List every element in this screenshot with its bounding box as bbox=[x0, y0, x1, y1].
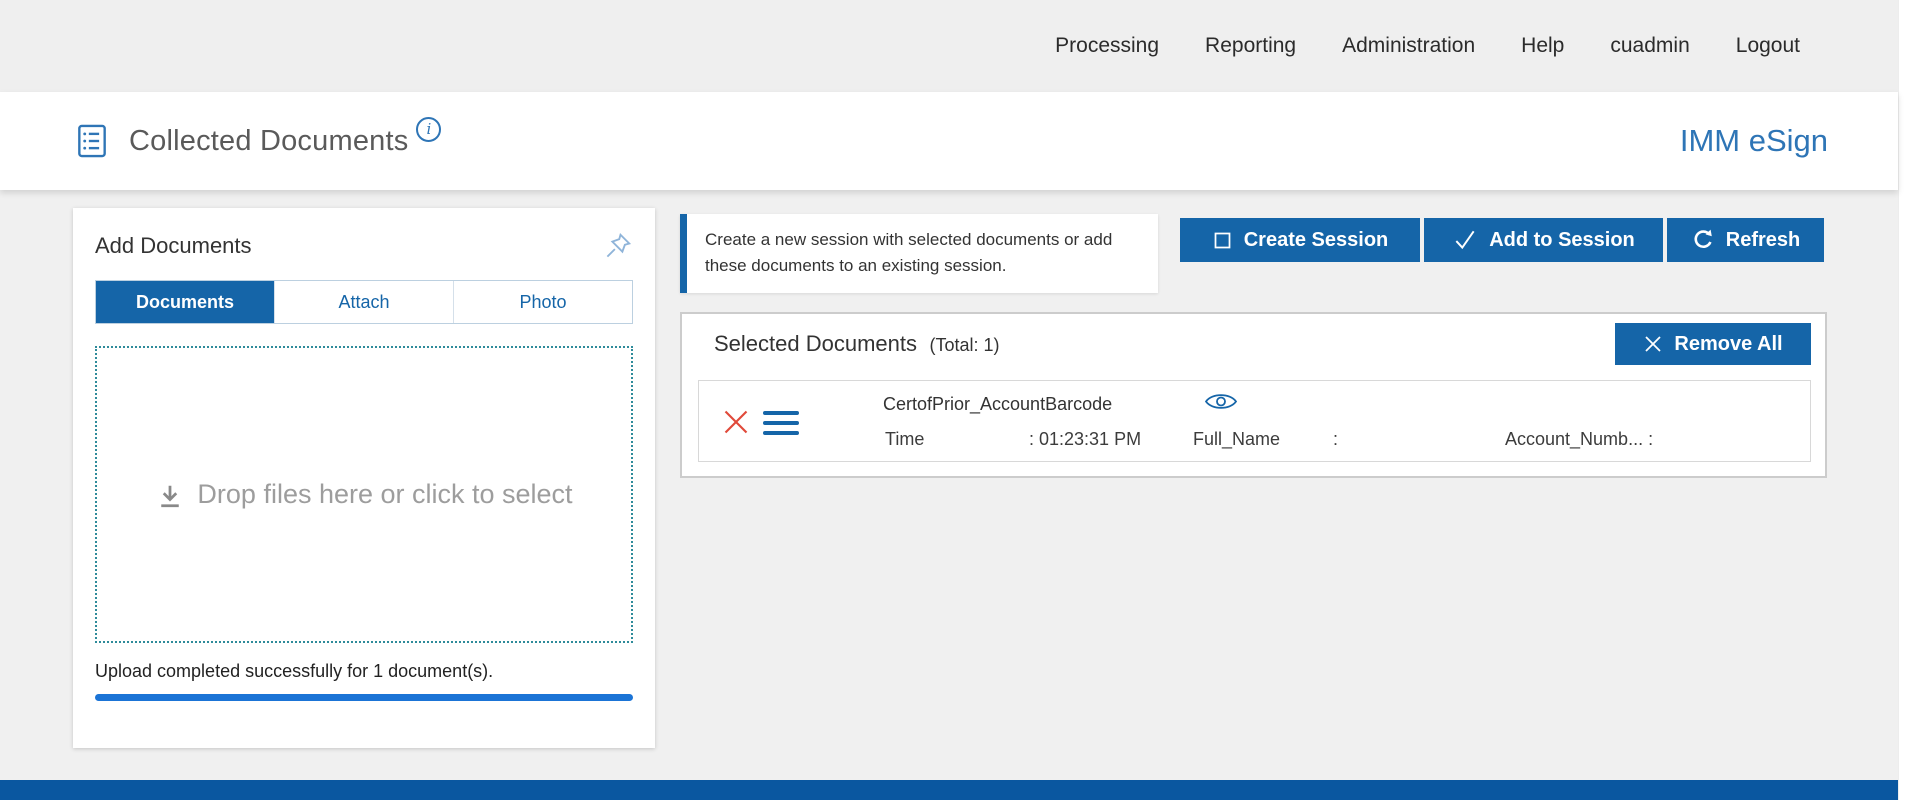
top-nav: Processing Reporting Administration Help… bbox=[0, 0, 1898, 92]
refresh-button[interactable]: Refresh bbox=[1667, 218, 1824, 262]
info-icon[interactable]: i bbox=[416, 117, 441, 142]
add-documents-header: Add Documents bbox=[95, 228, 633, 264]
add-documents-title: Add Documents bbox=[95, 233, 252, 259]
field-account-label: Account_Numb... : bbox=[1505, 429, 1653, 450]
remove-all-label: Remove All bbox=[1674, 333, 1782, 356]
add-to-session-button[interactable]: Add to Session bbox=[1424, 218, 1663, 262]
main-content: Add Documents Documents Attach Photo bbox=[0, 190, 1898, 800]
file-dropzone[interactable]: Drop files here or click to select bbox=[95, 346, 633, 643]
dropzone-label: Drop files here or click to select bbox=[197, 479, 572, 510]
document-list-icon bbox=[73, 122, 111, 160]
drag-handle-icon[interactable] bbox=[763, 411, 799, 441]
field-time-label: Time bbox=[885, 429, 924, 450]
remove-all-button[interactable]: Remove All bbox=[1615, 323, 1811, 365]
download-icon bbox=[155, 482, 185, 512]
session-info-text: Create a new session with selected docum… bbox=[705, 227, 1140, 280]
scrollbar[interactable] bbox=[1898, 0, 1920, 800]
document-name: CertofPrior_AccountBarcode bbox=[883, 394, 1112, 415]
nav-item-reporting[interactable]: Reporting bbox=[1205, 34, 1296, 58]
brand-logo: IMM eSign bbox=[1680, 123, 1828, 159]
add-documents-panel: Add Documents Documents Attach Photo bbox=[73, 208, 655, 748]
selected-documents-panel: Selected Documents (Total: 1) Remove All bbox=[680, 312, 1827, 478]
eye-icon[interactable] bbox=[1204, 390, 1238, 413]
field-fullname-value: : bbox=[1333, 429, 1338, 450]
x-icon bbox=[1643, 334, 1663, 354]
app-header: Collected Documents i IMM eSign bbox=[0, 92, 1898, 190]
nav-item-administration[interactable]: Administration bbox=[1342, 34, 1475, 58]
add-to-session-label: Add to Session bbox=[1489, 229, 1635, 252]
selected-documents-title-wrap: Selected Documents (Total: 1) bbox=[714, 331, 999, 357]
add-documents-tabs: Documents Attach Photo bbox=[95, 280, 633, 324]
tab-documents[interactable]: Documents bbox=[96, 281, 274, 323]
tab-photo[interactable]: Photo bbox=[453, 281, 632, 323]
upload-progress-bar bbox=[95, 694, 633, 701]
nav-item-cuadmin[interactable]: cuadmin bbox=[1610, 34, 1689, 58]
refresh-icon bbox=[1691, 228, 1715, 252]
nav-item-logout[interactable]: Logout bbox=[1736, 34, 1800, 58]
footer-bar bbox=[0, 780, 1898, 800]
session-action-buttons: Create Session Add to Session Refresh bbox=[1180, 218, 1824, 262]
page-title: Collected Documents bbox=[129, 125, 408, 158]
tab-attach[interactable]: Attach bbox=[274, 281, 453, 323]
page: Processing Reporting Administration Help… bbox=[0, 0, 1898, 800]
session-info-box: Create a new session with selected docum… bbox=[680, 214, 1158, 293]
upload-status-text: Upload completed successfully for 1 docu… bbox=[95, 661, 633, 682]
selected-documents-total: (Total: 1) bbox=[929, 335, 999, 355]
create-session-label: Create Session bbox=[1244, 229, 1389, 252]
refresh-label: Refresh bbox=[1726, 229, 1800, 252]
square-icon bbox=[1212, 230, 1233, 251]
selected-documents-title: Selected Documents bbox=[714, 331, 917, 356]
document-row: CertofPrior_AccountBarcode Time : 01:23:… bbox=[698, 380, 1811, 462]
nav-item-processing[interactable]: Processing bbox=[1055, 34, 1159, 58]
check-icon bbox=[1452, 227, 1478, 253]
nav-item-help[interactable]: Help bbox=[1521, 34, 1564, 58]
selected-documents-header: Selected Documents (Total: 1) Remove All bbox=[714, 323, 1811, 365]
field-time-value: : 01:23:31 PM bbox=[1029, 429, 1141, 450]
pin-icon[interactable] bbox=[603, 231, 633, 261]
field-fullname-label: Full_Name bbox=[1193, 429, 1280, 450]
delete-document-icon[interactable] bbox=[721, 407, 751, 437]
create-session-button[interactable]: Create Session bbox=[1180, 218, 1420, 262]
